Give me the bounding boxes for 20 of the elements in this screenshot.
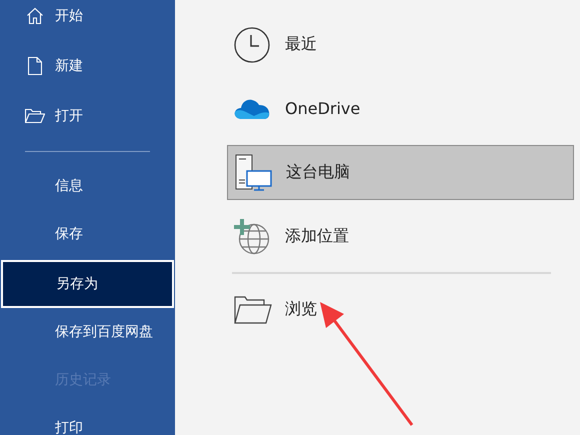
- location-item[interactable]: 添加位置: [227, 209, 574, 264]
- sidebar-item[interactable]: 打开: [0, 91, 175, 141]
- sidebar-item[interactable]: 打印: [0, 404, 175, 435]
- sidebar-item[interactable]: 开始: [0, 0, 175, 41]
- browse-item[interactable]: 浏览: [227, 282, 574, 337]
- folder-icon: [234, 296, 272, 324]
- sidebar-item[interactable]: 保存: [0, 210, 175, 258]
- home-icon: [26, 7, 44, 25]
- location-item[interactable]: 这台电脑: [227, 145, 574, 200]
- sidebar-item[interactable]: 信息: [0, 162, 175, 210]
- sidebar-item[interactable]: 另存为: [1, 260, 174, 308]
- location-item[interactable]: OneDrive: [227, 81, 574, 136]
- document-icon: [28, 57, 42, 75]
- globe-add-icon: [234, 218, 270, 254]
- sidebar-item[interactable]: 新建: [0, 41, 175, 91]
- folder-icon: [25, 109, 45, 123]
- computer-icon: [235, 154, 273, 192]
- clock-icon: [234, 26, 270, 62]
- location-item[interactable]: 最近: [227, 17, 574, 72]
- sidebar-item[interactable]: 保存到百度网盘: [0, 308, 175, 356]
